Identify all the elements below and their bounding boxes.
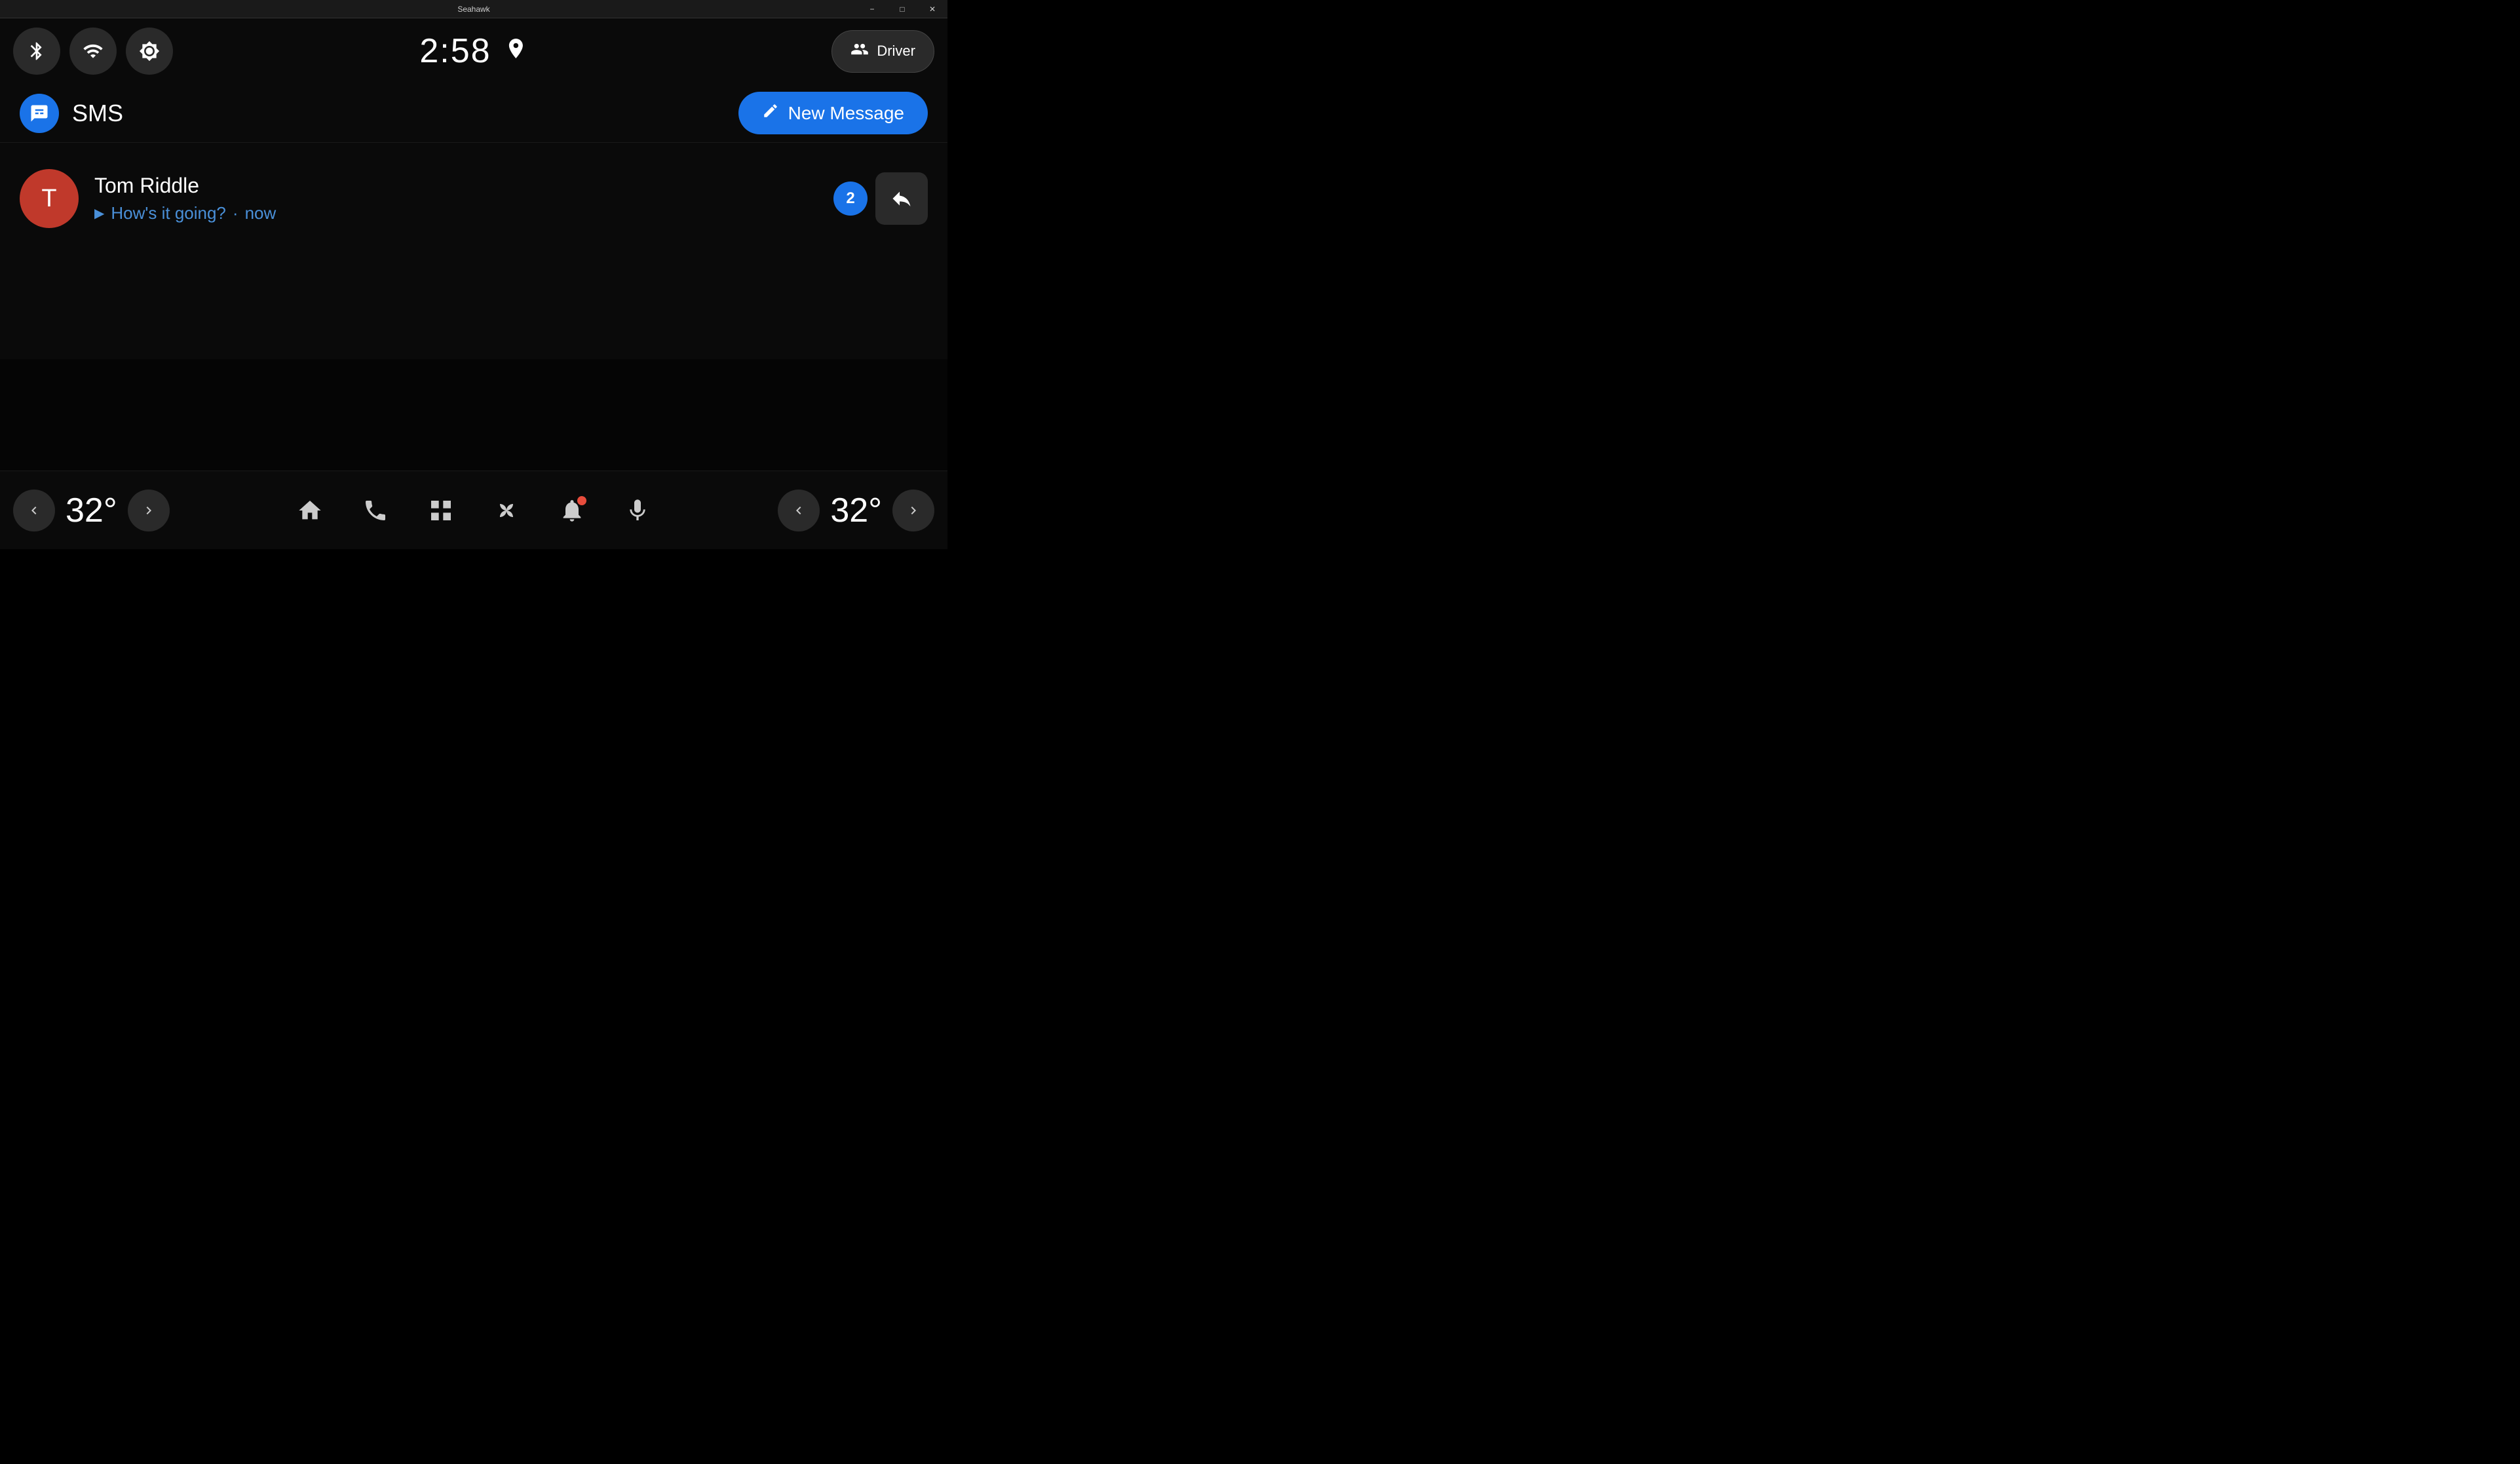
app-title: SMS — [72, 100, 123, 127]
bottom-bar: 32° — [0, 471, 947, 549]
play-icon: ▶ — [94, 205, 104, 222]
title-bar-title: Seahawk — [457, 5, 489, 14]
microphone-button[interactable] — [618, 491, 657, 530]
reply-icon — [890, 187, 913, 210]
time-display: 2:58 — [419, 31, 491, 71]
reply-button[interactable] — [875, 172, 928, 225]
home-icon — [297, 497, 323, 524]
grid-icon — [428, 497, 454, 524]
bluetooth-icon — [26, 41, 47, 62]
message-item[interactable]: T Tom Riddle ▶ How's it going? · now 2 — [20, 156, 928, 241]
status-bar: 2:58 Driver — [0, 18, 947, 84]
home-button[interactable] — [290, 491, 330, 530]
unread-badge: 2 — [833, 182, 868, 216]
maximize-button[interactable]: □ — [887, 0, 917, 18]
app-header: SMS New Message — [0, 84, 947, 143]
fan-button[interactable] — [487, 491, 526, 530]
status-left — [13, 28, 173, 75]
wifi-icon — [83, 41, 104, 62]
brightness-button[interactable] — [126, 28, 173, 75]
close-button[interactable]: ✕ — [917, 0, 947, 18]
status-right: Driver — [831, 30, 934, 73]
sms-app-icon — [20, 94, 59, 133]
driver-profile-icon — [850, 40, 869, 63]
unread-count: 2 — [846, 189, 854, 208]
fan-icon — [493, 497, 520, 524]
dot-divider: · — [233, 203, 239, 223]
temp-left-next-button[interactable] — [128, 490, 170, 531]
new-message-label: New Message — [788, 103, 904, 124]
contact-name: Tom Riddle — [94, 174, 818, 198]
temp-left-prev-button[interactable] — [13, 490, 55, 531]
bluetooth-button[interactable] — [13, 28, 60, 75]
message-time: now — [245, 203, 277, 223]
wifi-button[interactable] — [69, 28, 117, 75]
status-center: 2:58 — [419, 31, 527, 71]
driver-label: Driver — [877, 43, 915, 60]
title-bar: Seahawk − □ ✕ — [0, 0, 947, 18]
microphone-icon — [624, 497, 651, 524]
messages-list: T Tom Riddle ▶ How's it going? · now 2 — [0, 143, 947, 359]
brightness-icon — [139, 41, 160, 62]
temperature-right: 32° — [830, 491, 882, 530]
avatar-letter: T — [41, 185, 56, 213]
bottom-right: 32° — [778, 490, 934, 531]
temp-right-prev-button[interactable] — [778, 490, 820, 531]
driver-button[interactable]: Driver — [831, 30, 934, 73]
phone-icon — [362, 497, 389, 524]
phone-button[interactable] — [356, 491, 395, 530]
avatar: T — [20, 169, 79, 228]
bottom-center — [290, 491, 657, 530]
notification-button[interactable] — [552, 491, 592, 530]
title-bar-controls: − □ ✕ — [857, 0, 947, 18]
grid-button[interactable] — [421, 491, 461, 530]
main-content: 2:58 Driver SMS — [0, 18, 947, 549]
message-preview: ▶ How's it going? · now — [94, 203, 818, 223]
message-actions: 2 — [833, 172, 928, 225]
temperature-left: 32° — [66, 491, 117, 530]
message-content: Tom Riddle ▶ How's it going? · now — [94, 174, 818, 223]
bottom-left: 32° — [13, 490, 170, 531]
minimize-button[interactable]: − — [857, 0, 887, 18]
notification-dot — [577, 496, 586, 505]
temp-right-next-button[interactable] — [892, 490, 934, 531]
preview-text: How's it going? — [111, 203, 226, 223]
location-icon — [505, 37, 528, 66]
new-message-button[interactable]: New Message — [738, 92, 928, 134]
pencil-icon — [762, 102, 779, 124]
